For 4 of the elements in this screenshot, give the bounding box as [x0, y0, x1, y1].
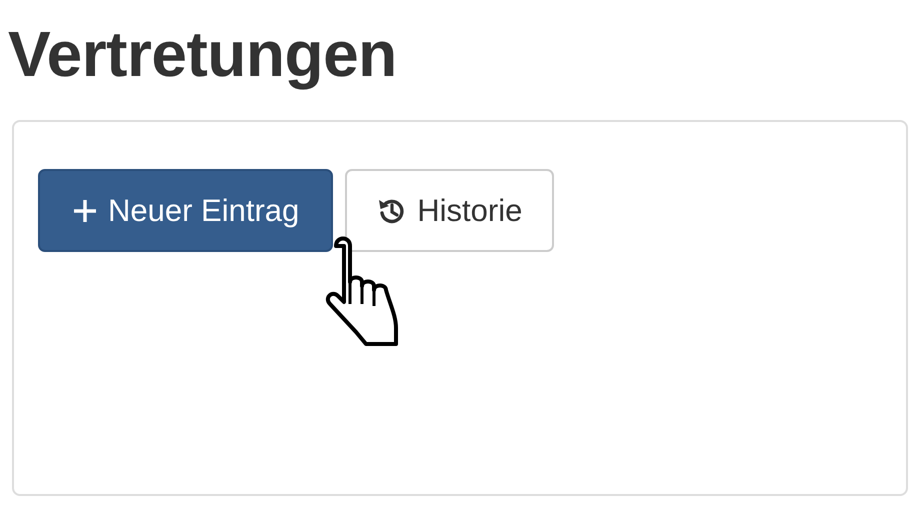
plus-icon [72, 198, 98, 224]
history-button[interactable]: Historie [345, 169, 554, 252]
new-entry-button[interactable]: Neuer Eintrag [38, 169, 334, 252]
page-title: Vertretungen [7, 17, 398, 92]
